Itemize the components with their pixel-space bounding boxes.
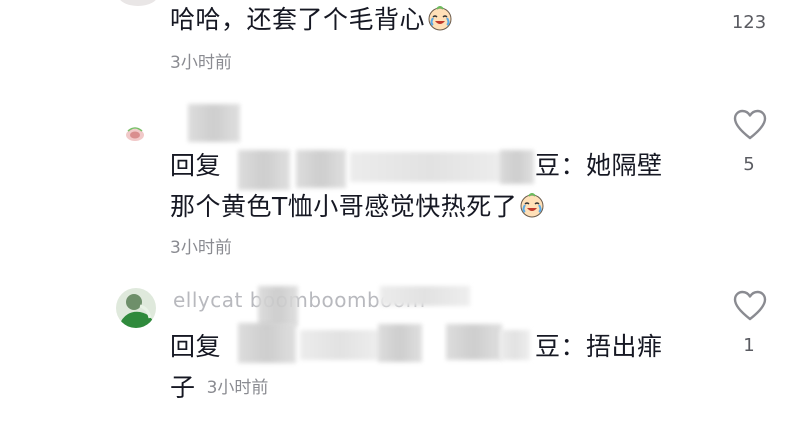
reply-target-redacted: [350, 152, 510, 182]
reply-line-1: 回复: [170, 148, 221, 184]
username-redacted: [380, 286, 470, 306]
username-redacted: [188, 104, 240, 142]
reply-text-2: 那个黄色T恤小哥感觉快热死了: [170, 189, 545, 225]
like-count: 5: [743, 154, 755, 175]
reply-text-1: 豆：捂出痱: [535, 332, 663, 361]
comment-time: 3小时前: [206, 378, 269, 398]
reply-prefix: 回复: [170, 151, 222, 180]
like-count: 1: [743, 335, 755, 356]
reply-text-1: 豆：她隔壁: [535, 151, 663, 180]
crying-laughing-emoji-icon: [520, 193, 544, 218]
reply-line-1: 回复: [170, 329, 221, 365]
reply-target-redacted: [238, 323, 296, 363]
reply-text-2-row: 子 3小时前: [170, 370, 268, 406]
heart-outline-icon[interactable]: [733, 290, 767, 322]
reply-target-redacted: [300, 330, 380, 360]
crying-laughing-emoji-icon: [428, 6, 452, 31]
reply-target-redacted: [446, 324, 502, 360]
avatar[interactable]: [118, 0, 158, 6]
comment-time: 3小时前: [170, 238, 232, 258]
comment-time: 3小时前: [170, 53, 232, 73]
heart-outline-icon[interactable]: [733, 109, 767, 141]
reply-target-redacted: [378, 324, 422, 362]
avatar[interactable]: [124, 126, 146, 142]
like-count: 123: [731, 12, 767, 33]
username-redacted: [258, 286, 298, 326]
reply-target-redacted: [500, 330, 530, 360]
comment-text: 哈哈，还套了个毛背心: [170, 2, 453, 38]
avatar-image-icon: [116, 288, 156, 328]
avatar[interactable]: [116, 288, 156, 328]
reply-target-redacted: [238, 150, 290, 190]
reply-target-redacted: [500, 150, 534, 184]
reply-prefix: 回复: [170, 332, 222, 361]
reply-text-2: 子: [170, 373, 196, 402]
reply-target-redacted: [296, 150, 346, 188]
avatar-image-icon: [126, 127, 144, 141]
